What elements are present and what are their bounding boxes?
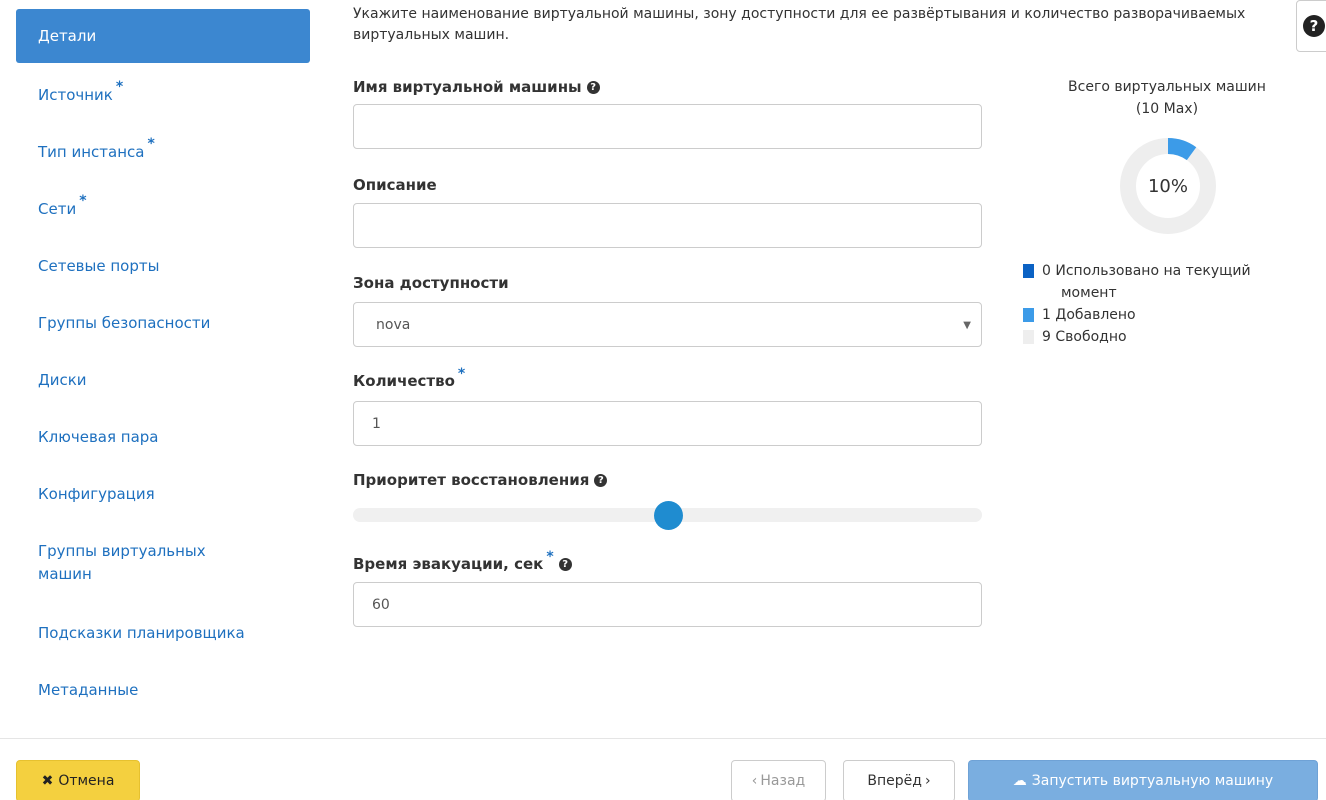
nav-item-label: Конфигурация (38, 484, 155, 503)
chart-title: Всего виртуальных машин (1068, 79, 1266, 95)
label-text: Количество (353, 372, 455, 390)
chart-subtitle: (10 Max) (1135, 101, 1199, 117)
nav-item-label: Сети (38, 199, 77, 218)
legend-swatch-added (1023, 308, 1034, 322)
count-input[interactable]: 1 (353, 401, 982, 446)
nav-item-scheduler-hints[interactable]: Подсказки планировщика (16, 604, 310, 661)
legend-count: 1 (1042, 307, 1051, 323)
evacuation-time-label: Время эвакуации, сек * ? (353, 549, 572, 573)
nav-item-label: Ключевая пара (38, 427, 159, 446)
vm-quota-chart: Всего виртуальных машин (10 Max) 10% 0 И… (1017, 76, 1317, 345)
nav-item-source[interactable]: Источник * (16, 66, 310, 123)
legend-label: Свободно (1055, 329, 1127, 345)
input-value: 1 (372, 415, 381, 432)
nav-item-label: Группы виртуальных машин (38, 542, 206, 583)
legend-swatch-free (1023, 330, 1034, 344)
nav-item-label: Подсказки планировщика (38, 623, 245, 642)
label-text: Приоритет восстановления (353, 471, 590, 489)
legend-count: 0 (1042, 263, 1051, 279)
button-label: Отмена (58, 773, 115, 789)
nav-item-label: Диски (38, 370, 87, 389)
details-form: Укажите наименование виртуальной машины,… (353, 0, 1245, 627)
intro-text: Укажите наименование виртуальной машины,… (353, 6, 1246, 43)
footer-divider (0, 738, 1326, 739)
vm-name-input[interactable] (353, 104, 982, 149)
question-icon[interactable]: ? (586, 80, 600, 94)
nav-item-flavor[interactable]: Тип инстанса * (16, 123, 310, 180)
required-mark: * (79, 192, 87, 209)
nav-item-details[interactable]: Детали (16, 9, 310, 63)
question-icon[interactable]: ? (558, 557, 572, 571)
nav-item-networks[interactable]: Сети * (16, 180, 310, 237)
wizard-sidebar: Детали Источник * Тип инстанса * Сети * Сет… (16, 9, 310, 718)
close-icon: ✖ (41, 773, 54, 789)
question-icon[interactable]: ? (594, 473, 608, 487)
required-mark: * (147, 135, 155, 152)
nav-item-server-groups[interactable]: Группы виртуальных машин (16, 522, 310, 604)
button-label: Запустить виртуальную машину (1031, 773, 1274, 789)
description-input[interactable] (353, 203, 982, 248)
legend-label: Использовано на текущий (1055, 263, 1251, 279)
cloud-upload-icon: ☁ (1012, 773, 1027, 789)
nav-item-volumes[interactable]: Диски (16, 351, 310, 408)
donut-percent: 10% (1147, 175, 1188, 197)
legend-free: 9 Свободно (1023, 326, 1313, 348)
button-label: Вперёд (867, 773, 922, 789)
quota-legend: 0 Использовано на текущий момент 1 Добав… (1023, 260, 1313, 348)
required-mark: * (115, 78, 124, 95)
next-button[interactable]: Вперёд › (843, 760, 955, 800)
label-text: Имя виртуальной машины (353, 78, 582, 96)
nav-item-security-groups[interactable]: Группы безопасности (16, 294, 310, 351)
input-value: 60 (372, 596, 390, 613)
question-icon: ? (1303, 15, 1325, 37)
vm-name-label: Имя виртуальной машины ? (353, 78, 600, 96)
evacuation-time-input[interactable]: 60 (353, 582, 982, 627)
chevron-left-icon: ‹ (751, 773, 758, 789)
help-button[interactable]: ? (1296, 0, 1326, 52)
nav-item-metadata[interactable]: Метаданные (16, 661, 310, 718)
legend-added: 1 Добавлено (1023, 304, 1313, 326)
availability-zone-select[interactable]: nova ▼ (353, 302, 982, 347)
button-label: Назад (760, 773, 806, 789)
recovery-priority-slider-handle[interactable] (653, 501, 683, 530)
legend-used-cont: момент (1061, 285, 1117, 301)
nav-item-key-pair[interactable]: Ключевая пара (16, 408, 310, 465)
nav-item-label: Детали (38, 27, 97, 45)
count-label: Количество * (353, 366, 465, 390)
nav-item-label: Сетевые порты (38, 256, 160, 275)
select-value: nova (376, 316, 411, 333)
caret-down-icon: ▼ (963, 320, 971, 331)
required-mark: * (457, 366, 466, 382)
nav-item-label: Группы безопасности (38, 313, 211, 332)
nav-item-label: Источник (38, 85, 113, 104)
nav-item-configuration[interactable]: Конфигурация (16, 465, 310, 522)
launch-instance-button[interactable]: ☁ Запустить виртуальную машину (968, 760, 1318, 800)
back-button[interactable]: ‹ Назад (731, 760, 826, 800)
legend-label: Добавлено (1055, 307, 1136, 323)
availability-zone-label: Зона доступности (353, 274, 509, 292)
nav-item-label: Тип инстанса (38, 142, 145, 161)
cancel-button[interactable]: ✖ Отмена (16, 760, 140, 800)
legend-swatch-used (1023, 264, 1034, 278)
legend-count: 9 (1042, 329, 1051, 345)
nav-item-label: Метаданные (38, 680, 139, 699)
recovery-priority-label: Приоритет восстановления ? (353, 471, 608, 489)
label-text: Описание (353, 176, 437, 194)
label-text: Зона доступности (353, 274, 509, 292)
legend-used: 0 Использовано на текущий (1023, 260, 1313, 282)
description-label: Описание (353, 176, 437, 194)
required-mark: * (546, 549, 554, 565)
label-text: Время эвакуации, сек (353, 555, 544, 573)
chevron-right-icon: › (924, 773, 931, 789)
nav-item-network-ports[interactable]: Сетевые порты (16, 237, 310, 294)
